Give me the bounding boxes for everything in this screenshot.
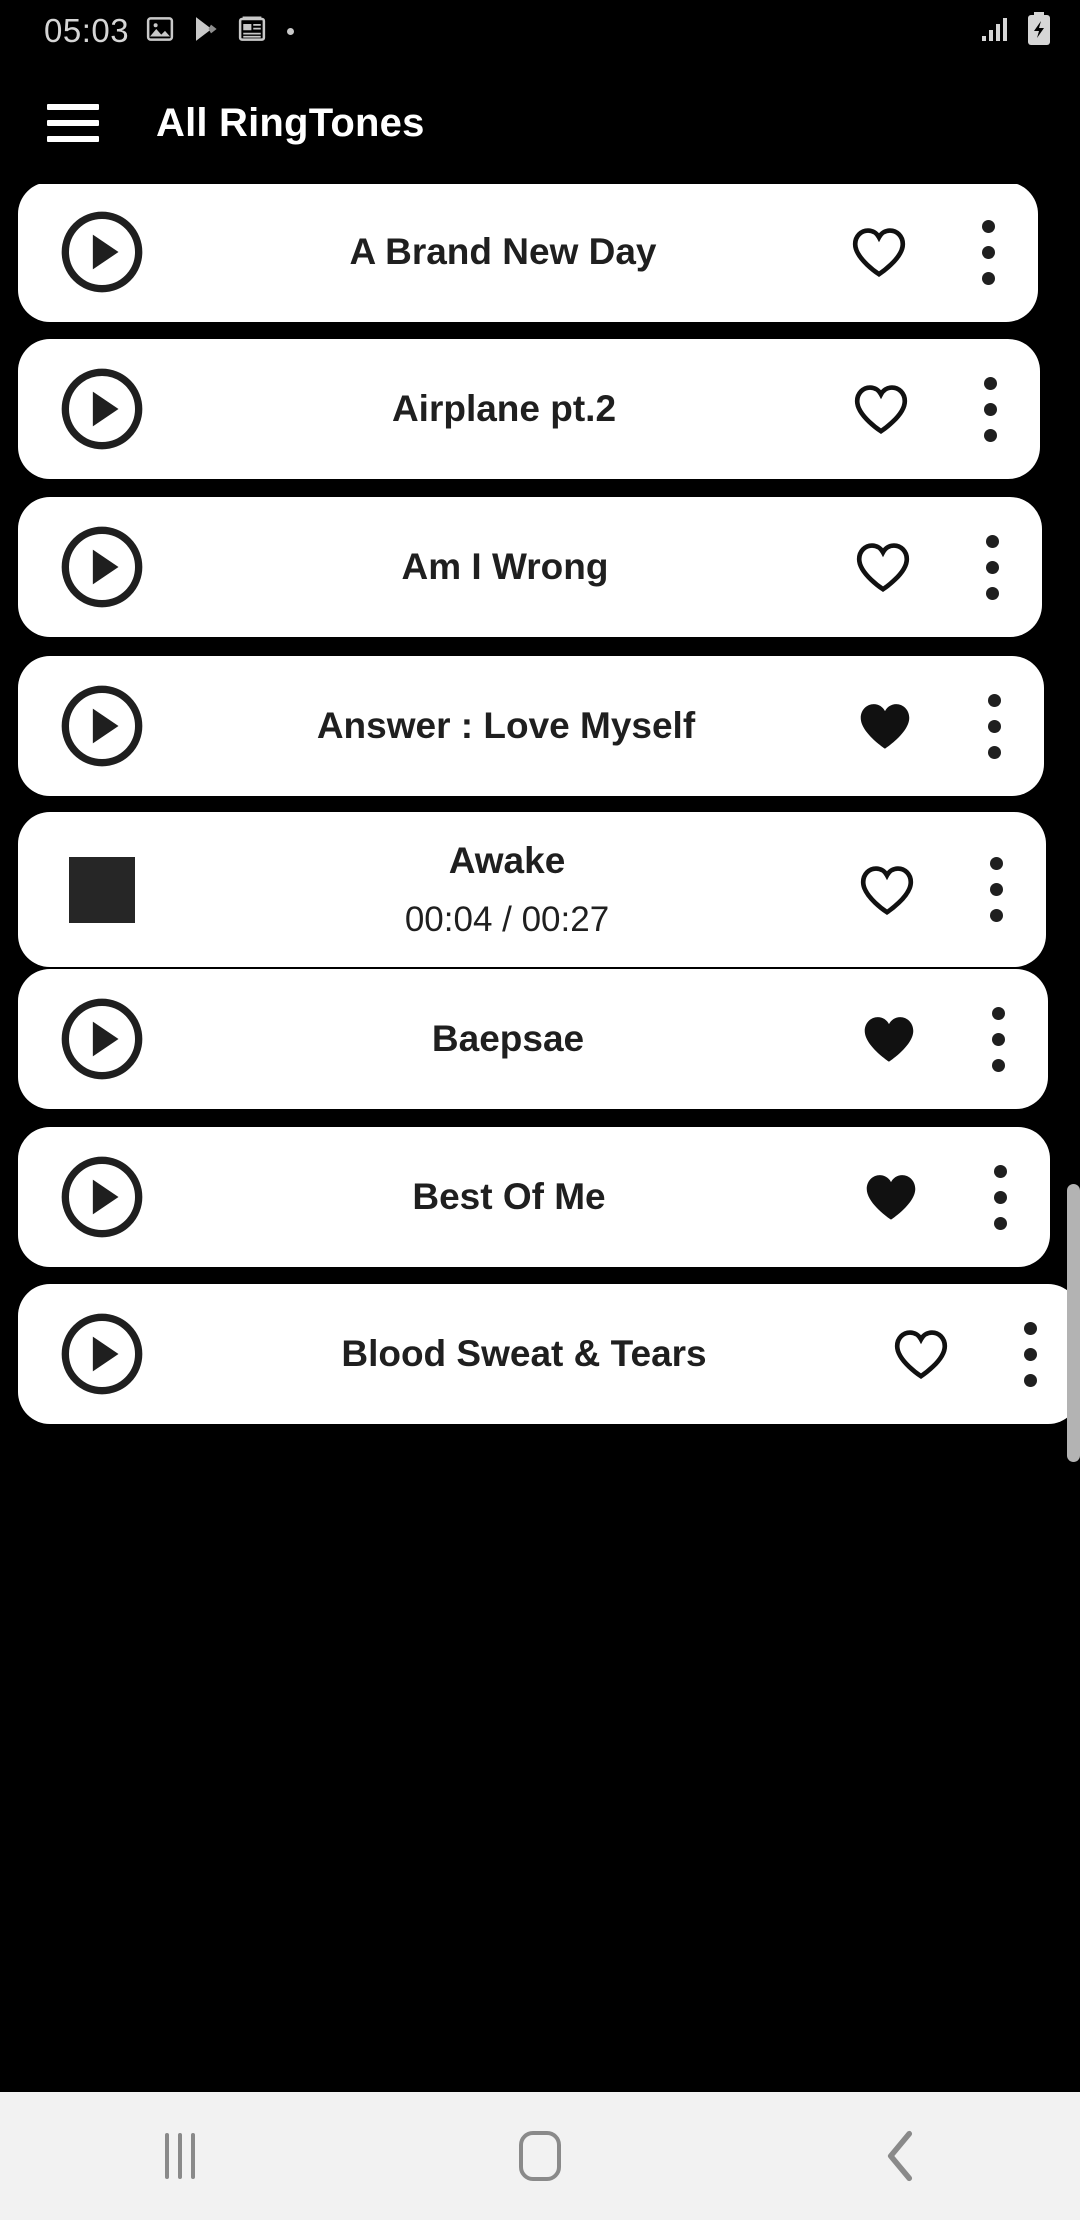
overflow-menu-button[interactable] [980, 1321, 1080, 1387]
play-circle-icon [61, 526, 143, 608]
play-circle-icon [61, 368, 143, 450]
play-button[interactable] [18, 523, 186, 611]
news-icon [237, 14, 267, 49]
more-vertical-icon [993, 1164, 1007, 1230]
heart-filled-icon [860, 704, 910, 749]
play-store-icon [191, 14, 221, 49]
overflow-menu-button[interactable] [938, 219, 1038, 285]
favorite-button[interactable] [826, 700, 944, 752]
play-button[interactable] [18, 365, 186, 453]
favorite-button[interactable] [820, 226, 938, 278]
favorite-button[interactable] [828, 864, 946, 916]
ringtone-title: Baepsae [431, 1018, 585, 1059]
system-navigation-bar [0, 2092, 1080, 2220]
hamburger-line [47, 104, 99, 110]
status-clock: 05:03 [44, 12, 130, 49]
overflow-menu-button[interactable] [940, 376, 1040, 442]
favorite-button[interactable] [862, 1328, 980, 1380]
ringtone-title-cell: A Brand New Day [186, 231, 820, 273]
heart-outline-icon [856, 543, 910, 592]
more-vertical-icon [991, 1006, 1005, 1072]
overflow-menu-button[interactable] [950, 1164, 1050, 1230]
list-item[interactable]: Airplane pt.2 [18, 339, 1040, 479]
more-vertical-icon [987, 693, 1001, 759]
favorite-button[interactable] [822, 383, 940, 435]
status-bar-left: 05:03 [44, 12, 295, 50]
ringtone-title: Blood Sweat & Tears [341, 1333, 707, 1374]
stop-square-icon [69, 856, 135, 923]
list-item[interactable]: Am I Wrong [18, 497, 1042, 637]
recents-button[interactable] [0, 2133, 360, 2179]
ringtone-title-cell: Awake 00:04 / 00:27 [186, 840, 828, 940]
ringtone-title-cell: Baepsae [186, 1018, 830, 1060]
ringtone-title-cell: Best Of Me [186, 1176, 832, 1218]
play-circle-icon [61, 1156, 143, 1238]
back-button[interactable] [720, 2130, 1080, 2182]
scrollbar-thumb[interactable] [1067, 1184, 1080, 1462]
ringtone-title-cell: Blood Sweat & Tears [186, 1333, 862, 1375]
overflow-menu-button[interactable] [942, 534, 1042, 600]
list-item[interactable]: Baepsae [18, 969, 1048, 1109]
overflow-menu-button[interactable] [946, 857, 1046, 922]
more-vertical-icon [1023, 1321, 1037, 1387]
favorite-button[interactable] [824, 541, 942, 593]
list-item[interactable]: Best Of Me [18, 1127, 1050, 1267]
heart-outline-icon [852, 228, 906, 277]
app-bar: All RingTones [0, 62, 1080, 184]
more-dot-icon [287, 27, 295, 35]
heart-outline-icon [860, 865, 914, 915]
back-chevron-icon [887, 2130, 913, 2182]
ringtone-title: A Brand New Day [349, 231, 657, 272]
ringtone-title: Best Of Me [412, 1176, 606, 1217]
page-title: All RingTones [156, 100, 425, 145]
list-item[interactable]: Awake 00:04 / 00:27 [18, 812, 1046, 967]
more-vertical-icon [989, 857, 1003, 922]
ringtone-title: Answer : Love Myself [316, 705, 696, 746]
ringtone-title: Am I Wrong [401, 546, 609, 587]
ringtone-title: Airplane pt.2 [391, 388, 617, 429]
play-button[interactable] [18, 1153, 186, 1241]
home-button[interactable] [360, 2131, 720, 2181]
play-button[interactable] [18, 1310, 186, 1398]
play-circle-icon [61, 211, 143, 293]
list-item[interactable]: Answer : Love Myself [18, 656, 1044, 796]
more-vertical-icon [983, 376, 997, 442]
favorite-button[interactable] [830, 1013, 948, 1065]
hamburger-menu-icon[interactable] [47, 104, 99, 142]
play-circle-icon [61, 1313, 143, 1395]
ringtone-title-cell: Airplane pt.2 [186, 388, 822, 430]
status-bar-right [981, 11, 1052, 51]
ringtone-list[interactable]: A Brand New Day Airplane pt.2 Am I Wrong… [0, 184, 1080, 2080]
play-circle-icon [61, 685, 143, 767]
hamburger-line [47, 136, 99, 142]
heart-outline-icon [854, 385, 908, 434]
signal-bars-icon [981, 14, 1015, 49]
playback-timer: 00:04 / 00:27 [404, 899, 610, 939]
ringtone-title-cell: Am I Wrong [186, 546, 824, 588]
ringtone-title-cell: Answer : Love Myself [186, 705, 826, 747]
overflow-menu-button[interactable] [944, 693, 1044, 759]
home-icon [519, 2131, 561, 2181]
stop-button[interactable] [18, 856, 186, 923]
more-vertical-icon [981, 219, 995, 285]
play-circle-icon [61, 998, 143, 1080]
image-icon [145, 14, 175, 49]
list-item[interactable]: Blood Sweat & Tears [18, 1284, 1080, 1424]
heart-filled-icon [864, 1017, 914, 1062]
overflow-menu-button[interactable] [948, 1006, 1048, 1072]
play-button[interactable] [18, 208, 186, 296]
list-item[interactable]: A Brand New Day [18, 184, 1038, 322]
heart-filled-icon [866, 1175, 916, 1220]
heart-outline-icon [894, 1330, 948, 1379]
recents-icon [165, 2133, 195, 2179]
more-vertical-icon [985, 534, 999, 600]
play-button[interactable] [18, 995, 186, 1083]
ringtone-title: Awake [448, 839, 566, 881]
play-button[interactable] [18, 682, 186, 770]
hamburger-line [47, 120, 99, 126]
favorite-button[interactable] [832, 1171, 950, 1223]
status-bar: 05:03 [0, 0, 1080, 62]
battery-charging-icon [1026, 11, 1052, 51]
